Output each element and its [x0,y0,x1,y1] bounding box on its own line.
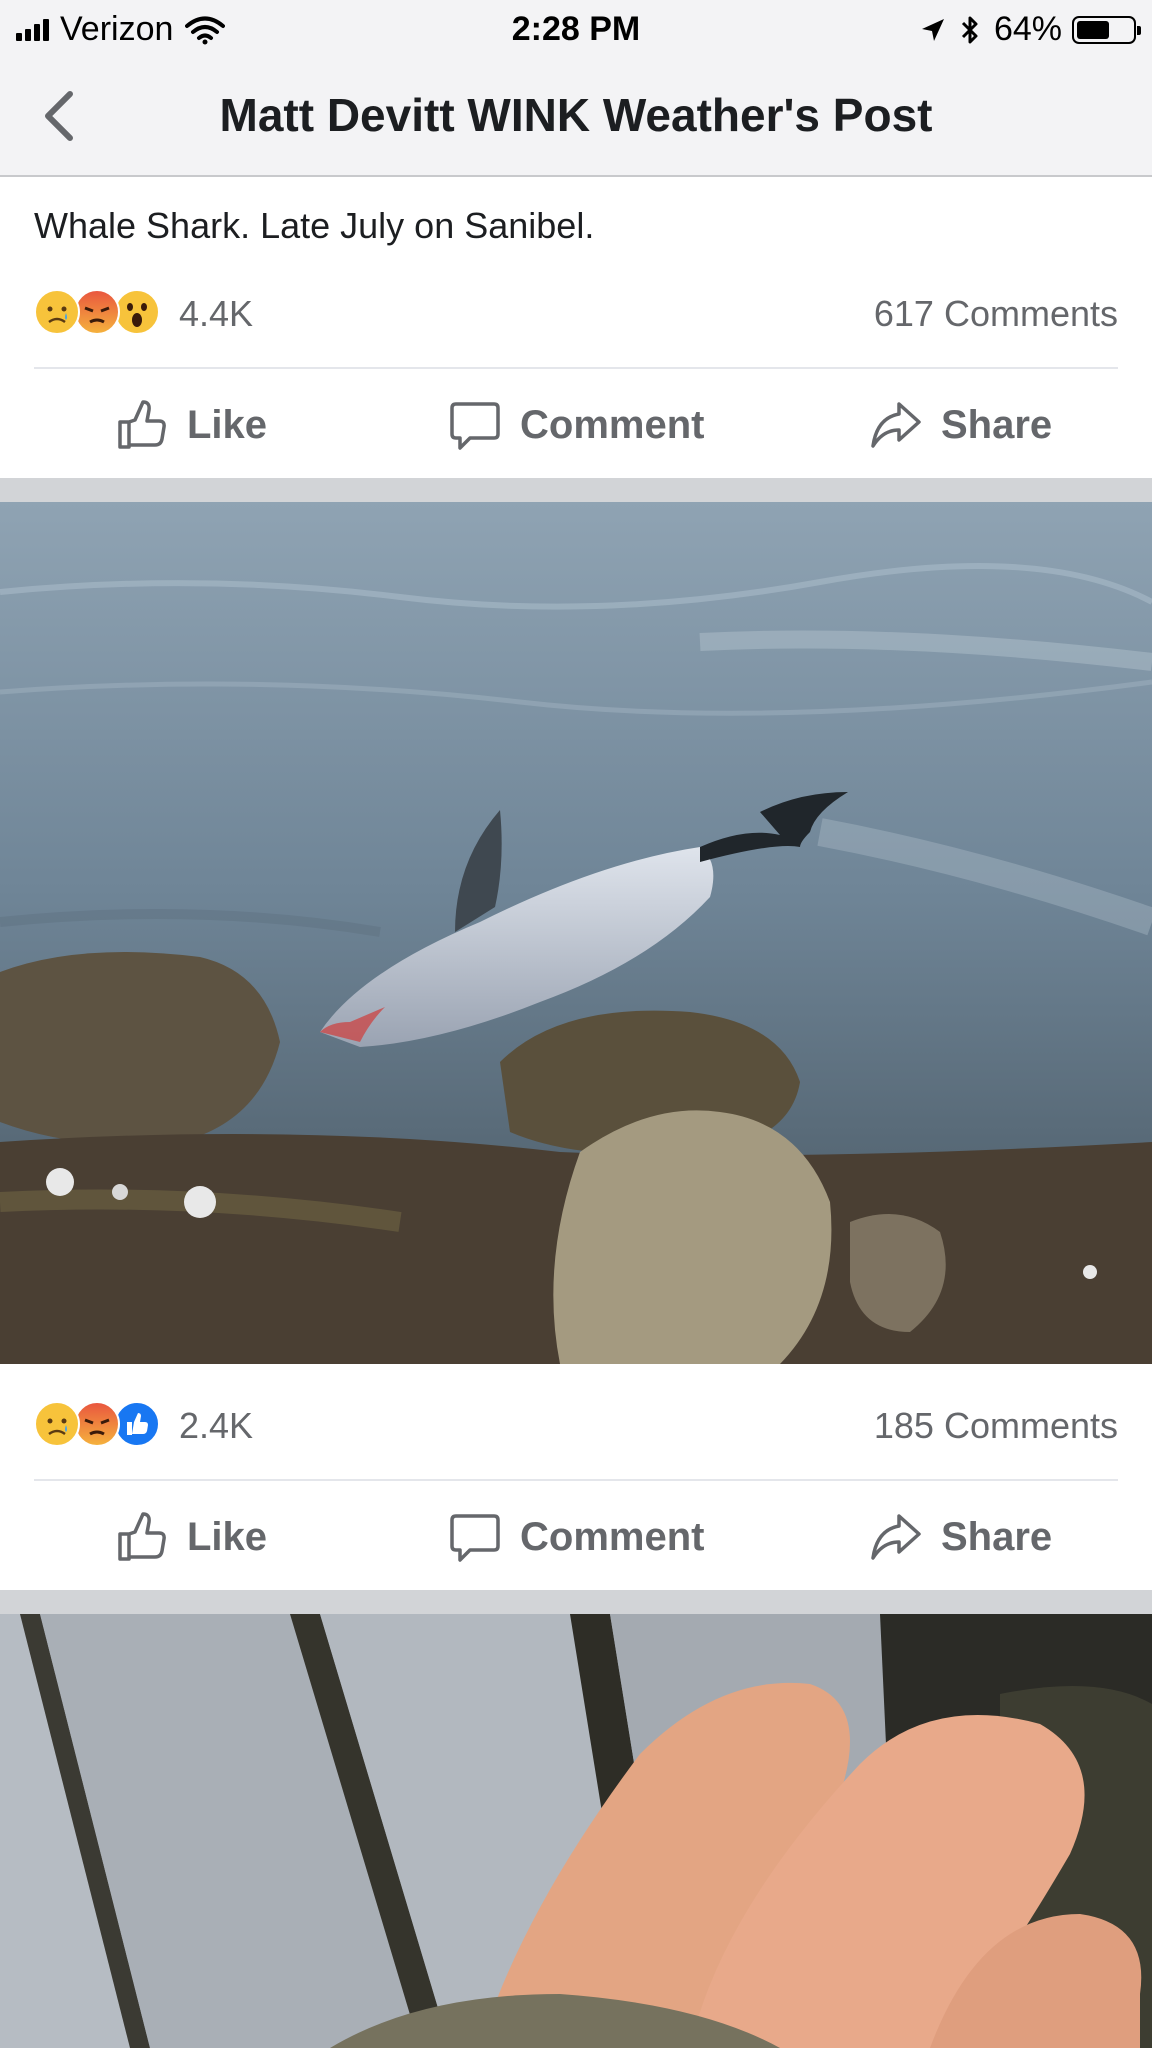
share-button[interactable]: Share [869,1487,1052,1587]
comment-bubble-icon [450,402,500,450]
angry-reaction-icon [74,289,120,335]
status-right: 64% [920,10,1141,49]
reaction-icons[interactable] [34,1401,160,1449]
post-text: Whale Shark. Late July on Sanibel. [34,205,595,246]
like-button[interactable]: Like [115,375,267,475]
like-label: Like [187,402,268,447]
like-button[interactable]: Like [115,1487,267,1587]
comment-button[interactable]: Comment [448,1487,704,1587]
post-reactions-row: 4.4K 617 Comments [34,283,1118,343]
status-bar: Verizon 2:28 PM 64% [0,0,1152,58]
comment-label: Comment [520,1514,705,1559]
photo-1-actions-row: Like Comment Share [0,1487,1152,1587]
photo-1-reactions-row: 2.4K 185 Comments [34,1395,1118,1455]
reaction-count[interactable]: 2.4K [179,1405,253,1447]
like-label: Like [187,1514,268,1559]
sad-reaction-icon [34,289,80,335]
share-arrow-icon [871,1514,921,1560]
comment-bubble-icon [450,1514,500,1562]
divider [34,367,1118,369]
photo-1-image [0,502,1152,1364]
thumbs-up-icon [118,400,166,449]
sad-reaction-icon [34,1401,80,1447]
angry-reaction-icon [74,1401,120,1447]
nav-bar: Matt Devitt WINK Weather's Post [0,58,1152,177]
comments-count[interactable]: 185 Comments [874,1405,1118,1447]
share-label: Share [941,1514,1053,1559]
share-label: Share [941,402,1053,447]
photo-2-image [0,1614,1152,2048]
bluetooth-icon [961,16,978,43]
share-button[interactable]: Share [869,375,1052,475]
section-separator [0,478,1152,502]
like-reaction-icon [114,1401,160,1447]
comment-label: Comment [520,402,705,447]
reaction-icons[interactable] [34,289,160,337]
reaction-count[interactable]: 4.4K [179,293,253,335]
comment-button[interactable]: Comment [448,375,704,475]
battery-level [1077,20,1109,39]
thumbs-up-icon [118,1512,166,1561]
post-actions-row: Like Comment Share [0,375,1152,475]
location-arrow-icon [921,18,944,41]
divider [34,1479,1118,1481]
section-separator [0,1590,1152,1614]
post-photo-2[interactable] [0,1614,1152,2048]
battery-percent: 64% [993,10,1062,48]
wow-reaction-icon [114,289,160,335]
share-arrow-icon [871,402,921,448]
battery-icon [1072,15,1141,44]
post-photo-1[interactable] [0,502,1152,1364]
page-title: Matt Devitt WINK Weather's Post [219,89,933,141]
comments-count[interactable]: 617 Comments [874,293,1118,335]
